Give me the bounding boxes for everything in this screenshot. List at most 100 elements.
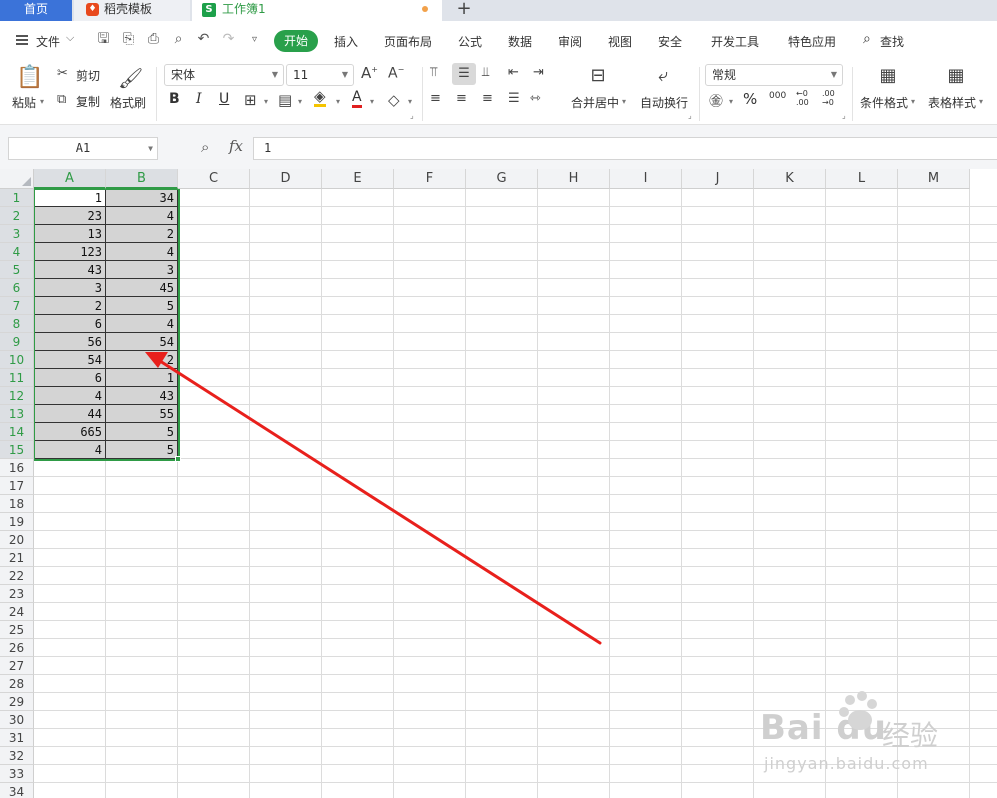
menu-data[interactable]: 数据 [508,33,532,50]
increase-indent-icon[interactable]: ⇥ [533,65,544,80]
new-tab-plus-icon[interactable]: + [452,0,476,21]
align-right-icon[interactable]: ≡ [482,91,493,106]
alignment-dialog-launcher-icon[interactable]: ⌟ [688,111,692,120]
row-header-3[interactable]: 3 [0,225,34,243]
decrease-font-size-icon[interactable]: A− [388,65,404,82]
zoom-magnifier-icon[interactable]: ⌕ [201,138,209,156]
font-name-select[interactable]: 宋体 ▼ [164,64,284,86]
number-format-select[interactable]: 常规 ▼ [705,64,843,86]
conditional-format-dropdown-icon[interactable]: ▾ [911,97,915,106]
name-box[interactable]: A1 ▼ [8,137,158,160]
format-painter-button[interactable]: 格式刷 [110,94,146,111]
row-header-15[interactable]: 15 [0,441,34,459]
fill-handle[interactable] [175,456,181,462]
fill-color-bucket-icon[interactable]: ◈ [314,89,326,107]
menu-review[interactable]: 审阅 [558,33,582,50]
borders-icon[interactable]: ⊞ [244,91,257,109]
row-header-11[interactable]: 11 [0,369,34,387]
clear-eraser-icon[interactable]: ◇ [388,91,400,109]
font-size-select[interactable]: 11 ▼ [286,64,354,86]
row-header-24[interactable]: 24 [0,603,34,621]
column-header-m[interactable]: M [898,169,970,189]
increase-decimal-button[interactable]: ←0 .00 [796,89,818,107]
column-header-c[interactable]: C [178,169,250,189]
underline-button[interactable]: U [219,91,229,107]
wrap-text-button[interactable]: 自动换行 [640,94,688,111]
undo-icon[interactable]: ↶ [195,31,212,48]
paste-dropdown-icon[interactable]: ▾ [40,97,44,106]
menu-developer-tools[interactable]: 开发工具 [711,33,759,50]
insert-function-fx-button[interactable]: fx [229,137,243,155]
currency-yen-icon[interactable]: ㊎ [709,91,723,111]
column-header-b[interactable]: B [106,169,178,189]
menu-page-layout[interactable]: 页面布局 [384,33,432,50]
row-header-8[interactable]: 8 [0,315,34,333]
column-header-a[interactable]: A [34,169,106,189]
column-header-g[interactable]: G [466,169,538,189]
column-header-h[interactable]: H [538,169,610,189]
row-header-6[interactable]: 6 [0,279,34,297]
row-header-29[interactable]: 29 [0,693,34,711]
menu-formulas[interactable]: 公式 [458,33,482,50]
align-center-icon[interactable]: ≡ [456,91,467,106]
menu-view[interactable]: 视图 [608,33,632,50]
percent-button[interactable]: % [743,90,757,108]
row-header-9[interactable]: 9 [0,333,34,351]
paste-button[interactable]: 粘贴 [12,94,36,111]
align-middle-icon[interactable]: ☰ [452,63,476,85]
row-header-4[interactable]: 4 [0,243,34,261]
font-color-dropdown-icon[interactable]: ▾ [370,97,374,106]
paste-clipboard-icon[interactable]: 📋 [16,65,43,91]
merge-center-button[interactable]: 合并居中 [571,94,619,111]
align-bottom-icon[interactable]: ⫫ [482,65,489,80]
row-header-20[interactable]: 20 [0,531,34,549]
row-header-22[interactable]: 22 [0,567,34,585]
column-header-f[interactable]: F [394,169,466,189]
increase-font-size-icon[interactable]: A+ [361,64,378,82]
search-icon[interactable]: ⌕ [863,31,871,47]
decrease-decimal-button[interactable]: .00 →0 [822,89,844,107]
row-header-33[interactable]: 33 [0,765,34,783]
row-header-21[interactable]: 21 [0,549,34,567]
row-header-28[interactable]: 28 [0,675,34,693]
row-header-23[interactable]: 23 [0,585,34,603]
row-header-26[interactable]: 26 [0,639,34,657]
row-header-19[interactable]: 19 [0,513,34,531]
tab-home[interactable]: 首页 [0,0,72,21]
cut-button[interactable]: 剪切 [76,67,100,84]
align-top-icon[interactable]: ⫪ [430,65,437,80]
font-color-button[interactable]: A [352,89,362,108]
italic-button[interactable]: I [196,91,202,107]
row-header-34[interactable]: 34 [0,783,34,798]
clear-dropdown-icon[interactable]: ▾ [408,97,412,106]
row-header-30[interactable]: 30 [0,711,34,729]
save-icon[interactable]: 🖫 [95,31,112,48]
conditional-format-button[interactable]: 条件格式 [860,94,908,111]
copy-button[interactable]: 复制 [76,93,100,110]
column-header-l[interactable]: L [826,169,898,189]
currency-dropdown-icon[interactable]: ▾ [729,97,733,106]
align-left-icon[interactable]: ≡ [430,91,441,106]
fill-pattern-dropdown-icon[interactable]: ▾ [298,97,302,106]
tab-workbook[interactable]: S 工作簿1 [192,0,442,21]
borders-dropdown-icon[interactable]: ▾ [264,97,268,106]
menu-start[interactable]: 开始 [274,30,318,52]
row-header-5[interactable]: 5 [0,261,34,279]
menu-insert[interactable]: 插入 [334,33,358,50]
row-header-12[interactable]: 12 [0,387,34,405]
menu-security[interactable]: 安全 [658,33,682,50]
row-header-13[interactable]: 13 [0,405,34,423]
font-dialog-launcher-icon[interactable]: ⌟ [410,111,414,120]
formula-input[interactable]: 1 [253,137,997,160]
print-icon[interactable]: ⎙ [145,31,162,48]
row-header-27[interactable]: 27 [0,657,34,675]
row-header-18[interactable]: 18 [0,495,34,513]
select-all-corner[interactable] [0,169,34,189]
redo-icon[interactable]: ↷ [220,31,237,48]
menu-file[interactable]: 文件 [36,33,60,50]
row-header-16[interactable]: 16 [0,459,34,477]
table-style-button[interactable]: 表格样式 [928,94,976,111]
column-header-k[interactable]: K [754,169,826,189]
column-header-i[interactable]: I [610,169,682,189]
column-header-j[interactable]: J [682,169,754,189]
